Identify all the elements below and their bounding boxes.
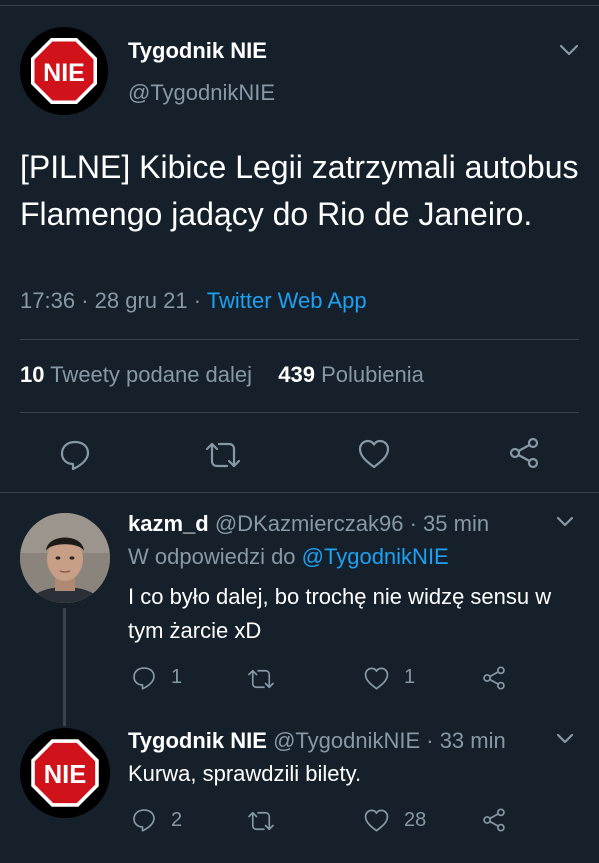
- author-name[interactable]: Tygodnik NIE: [128, 38, 267, 64]
- reply-to-link[interactable]: @TygodnikNIE: [302, 544, 449, 569]
- like-count: 28: [404, 809, 427, 831]
- avatar[interactable]: NIE: [20, 728, 110, 818]
- like-icon[interactable]: [357, 438, 391, 470]
- like-icon[interactable]: [363, 666, 390, 691]
- reply-header: Tygodnik NIE @TygodnikNIE · 33 min: [128, 728, 506, 754]
- reply-icon[interactable]: [58, 438, 92, 472]
- retweet-icon[interactable]: [245, 667, 277, 691]
- divider: [0, 492, 599, 493]
- share-icon[interactable]: [481, 807, 507, 833]
- like-icon[interactable]: [363, 808, 390, 833]
- share-icon[interactable]: [507, 436, 541, 470]
- retweets-count: 10: [20, 362, 45, 387]
- reply-count: 2: [171, 809, 183, 831]
- reply-icon[interactable]: [131, 807, 157, 833]
- reply-icon[interactable]: [131, 665, 157, 691]
- avatar-logo-text: NIE: [44, 761, 87, 789]
- like-count: 1: [404, 666, 416, 688]
- divider: [20, 339, 579, 340]
- tweet-text: [PILNE] Kibice Legii zatrzymali autobus …: [20, 149, 579, 232]
- share-icon[interactable]: [481, 665, 507, 691]
- chevron-down-icon[interactable]: [558, 42, 580, 58]
- stop-sign-logo: NIE: [20, 728, 110, 818]
- retweet-icon[interactable]: [203, 439, 243, 471]
- tweet-date: 28 gru 21: [94, 288, 188, 313]
- author-handle[interactable]: @TygodnikNIE: [128, 80, 275, 106]
- stop-sign-logo: NIE: [20, 27, 108, 115]
- reply-context-prefix: W odpowiedzi do: [128, 544, 296, 569]
- avatar[interactable]: NIE: [20, 27, 108, 115]
- tweet-time: 17:36: [20, 288, 76, 313]
- meta-separator: ·: [193, 288, 202, 313]
- reply-author-name[interactable]: kazm_d: [128, 511, 209, 536]
- likes-count: 439: [278, 362, 315, 387]
- reply-text: Kurwa, sprawdzili bilety.: [128, 761, 362, 786]
- divider: [20, 412, 579, 413]
- retweets-label: Tweety podane dalej: [50, 362, 253, 387]
- likes-stat[interactable]: 439 Polubienia: [278, 362, 424, 387]
- retweets-stat[interactable]: 10 Tweety podane dalej: [20, 362, 252, 387]
- tweet-meta: 17:36 · 28 gru 21 · Twitter Web App: [20, 288, 367, 314]
- user-photo: [20, 513, 110, 603]
- reply-context: W odpowiedzi do @TygodnikNIE: [128, 544, 449, 570]
- avatar-logo-text: NIE: [43, 59, 85, 87]
- meta-separator: ·: [81, 288, 89, 313]
- tweet-stats: 10 Tweety podane dalej 439 Polubienia: [20, 362, 424, 388]
- retweet-icon[interactable]: [245, 809, 277, 833]
- reply-author-name[interactable]: Tygodnik NIE: [128, 728, 267, 753]
- reply-text: I co było dalej, bo trochę nie widzę sen…: [128, 584, 552, 643]
- likes-label: Polubienia: [321, 362, 424, 387]
- avatar[interactable]: [20, 513, 110, 603]
- chevron-down-icon[interactable]: [555, 732, 575, 746]
- tweet-source-link[interactable]: Twitter Web App: [207, 288, 367, 313]
- top-divider: [0, 5, 599, 6]
- reply-time: · 33 min: [426, 728, 506, 753]
- reply-time: · 35 min: [409, 511, 490, 536]
- reply-count: 1: [171, 666, 183, 688]
- reply-author-handle[interactable]: @DKazmierczak96: [215, 511, 404, 536]
- reply-header: kazm_d @DKazmierczak96 · 35 min: [128, 511, 489, 537]
- reply-author-handle[interactable]: @TygodnikNIE: [273, 728, 420, 753]
- chevron-down-icon[interactable]: [555, 515, 575, 529]
- thread-line: [63, 608, 66, 726]
